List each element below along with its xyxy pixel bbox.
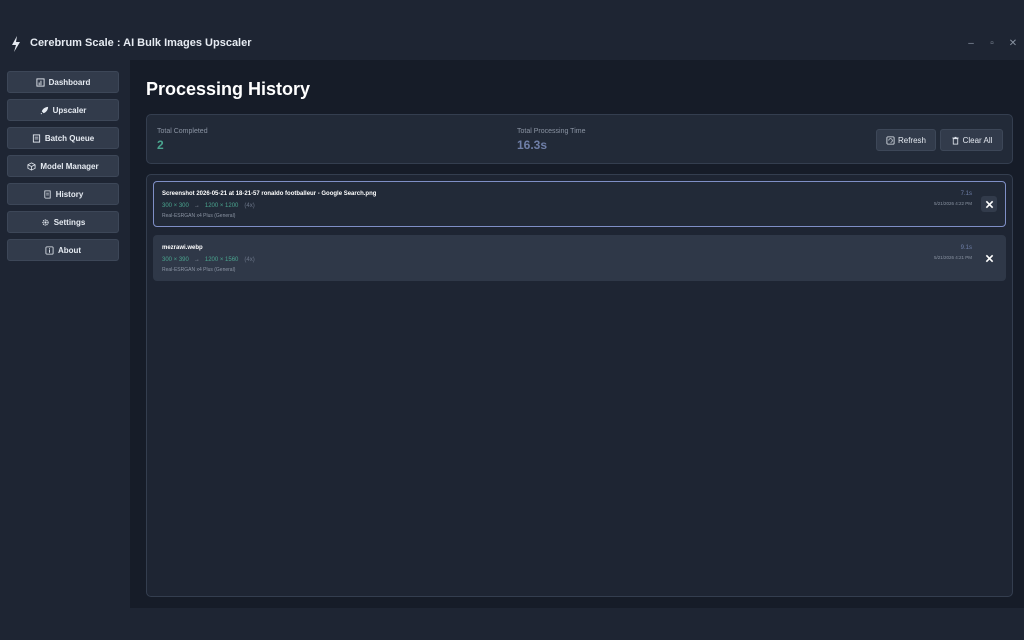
refresh-icon <box>886 135 895 145</box>
sidebar-item-label: Batch Queue <box>44 133 95 143</box>
cube-icon <box>27 161 36 171</box>
clear-all-button[interactable]: Clear All <box>940 129 1003 151</box>
sidebar-item-batch-queue[interactable]: Batch Queue <box>7 127 119 149</box>
dimensions: 300 × 390 → 1200 × 1560 (4x) <box>162 257 255 263</box>
maximize-button[interactable]: ▫ <box>983 35 1001 53</box>
refresh-label: Refresh <box>897 135 926 145</box>
page-title: Processing History <box>146 79 311 99</box>
close-button[interactable]: ✕ <box>1004 35 1022 53</box>
close-icon <box>985 200 993 208</box>
info-icon <box>45 245 54 255</box>
delete-item-button[interactable] <box>981 196 997 212</box>
scale-factor: (4x) <box>244 203 255 209</box>
total-time-value: 16.3s <box>517 138 548 152</box>
output-size: 1200 × 1560 <box>204 257 239 263</box>
sidebar-item-upscaler[interactable]: Upscaler <box>7 99 119 121</box>
dimensions: 300 × 300 → 1200 × 1200 (4x) <box>162 203 255 209</box>
timestamp: 5/21/2026 4:21 PM <box>933 255 972 260</box>
arrow: → <box>193 203 200 209</box>
gear-icon <box>42 218 49 226</box>
output-size: 1200 × 1200 <box>204 203 239 209</box>
sidebar-item-label: Dashboard <box>48 77 91 87</box>
sidebar-item-label: Upscaler <box>52 105 87 115</box>
stats-card: Total Completed 2 Total Processing Time … <box>146 114 1013 164</box>
history-item[interactable]: Screenshot 2026-05-21 at 18-21-57 ronald… <box>153 181 1006 227</box>
arrow: → <box>193 257 200 263</box>
title-bar: Cerebrum Scale : AI Bulk Images Upscaler… <box>0 28 1024 60</box>
history-item[interactable]: mezrawi.webp 300 × 390 → 1200 × 1560 (4x) R… <box>153 235 1006 281</box>
processing-time: 7.1s <box>960 191 972 197</box>
sidebar-item-about[interactable]: About <box>7 239 119 261</box>
sidebar-item-dashboard[interactable]: Dashboard <box>7 71 119 93</box>
scroll-icon <box>44 189 51 199</box>
total-time-label: Total Processing Time <box>517 128 586 135</box>
processing-time: 9.1s <box>960 245 972 251</box>
sidebar-item-model-manager[interactable]: Model Manager <box>7 155 119 177</box>
model-name: Real-ESRGAN x4 Plus (General) <box>162 267 236 273</box>
queue-icon <box>32 133 40 143</box>
source-size: 300 × 300 <box>162 203 189 209</box>
trash-icon <box>951 136 959 145</box>
clear-all-label: Clear All <box>962 135 993 145</box>
refresh-button[interactable]: Refresh <box>876 129 936 151</box>
sidebar-item-label: History <box>55 189 84 199</box>
total-completed-label: Total Completed <box>157 128 208 135</box>
history-list: Screenshot 2026-05-21 at 18-21-57 ronald… <box>146 174 1013 597</box>
sidebar-item-label: About <box>57 245 82 255</box>
delete-item-button[interactable] <box>981 250 997 266</box>
rocket-icon <box>40 106 48 114</box>
close-icon <box>985 254 993 262</box>
source-size: 300 × 390 <box>162 257 189 263</box>
sidebar-item-settings[interactable]: Settings <box>7 211 119 233</box>
model-name: Real-ESRGAN x4 Plus (General) <box>162 213 236 219</box>
file-name: Screenshot 2026-05-21 at 18-21-57 ronald… <box>162 191 377 197</box>
scale-factor: (4x) <box>244 257 255 263</box>
main-content: Processing History Total Completed 2 Tot… <box>130 60 1024 608</box>
minimize-button[interactable]: – <box>962 35 980 53</box>
lightning-icon <box>12 36 20 52</box>
timestamp: 5/21/2026 4:22 PM <box>933 201 972 206</box>
dashboard-icon <box>36 77 45 87</box>
app-title: Cerebrum Scale : AI Bulk Images Upscaler <box>30 37 252 49</box>
sidebar: Dashboard Upscaler Batch Queue Model Man… <box>0 60 130 608</box>
sidebar-item-label: Settings <box>53 217 86 227</box>
window-footer <box>0 608 1024 640</box>
sidebar-item-label: Model Manager <box>40 161 99 171</box>
total-completed-value: 2 <box>157 138 164 152</box>
sidebar-item-history[interactable]: History <box>7 183 119 205</box>
file-name: mezrawi.webp <box>162 245 203 251</box>
